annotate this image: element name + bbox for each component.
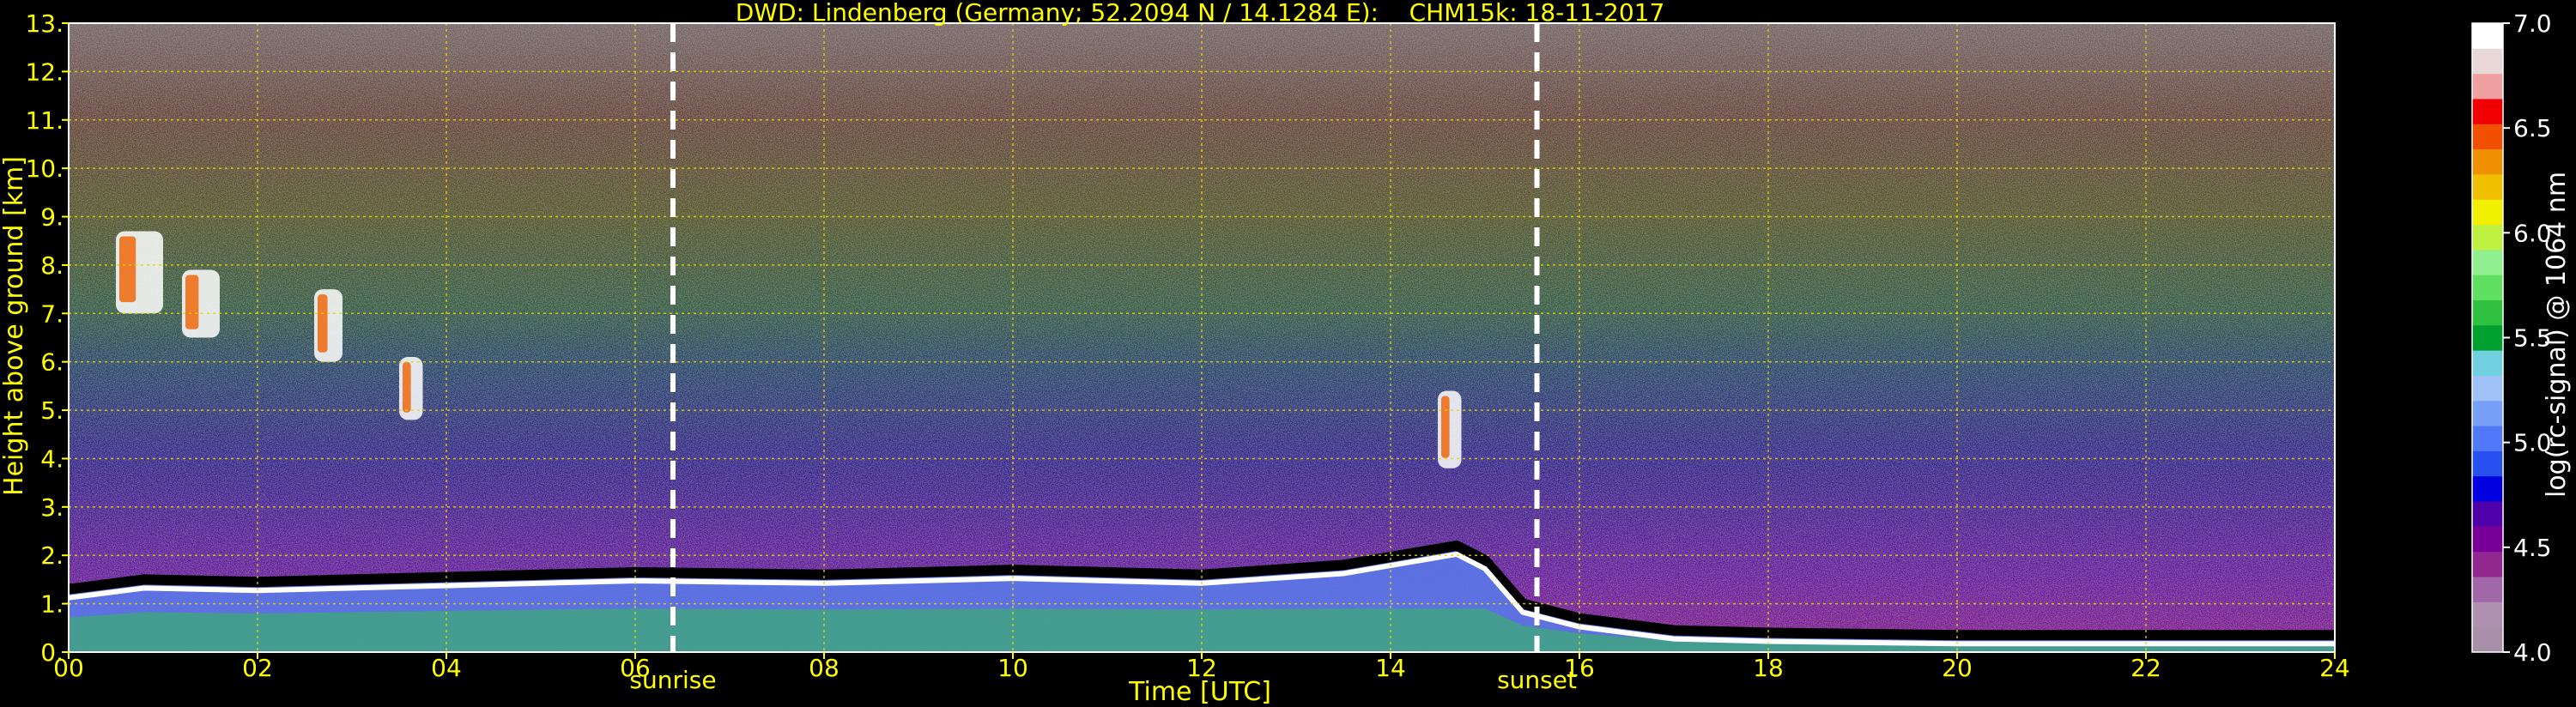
x-tick-label: 06: [620, 654, 651, 682]
colorbar-segment: [2472, 98, 2503, 124]
colorbar-segment: [2472, 426, 2503, 451]
colorbar-segment: [2472, 73, 2503, 100]
colorbar-segment: [2472, 324, 2503, 351]
colorbar-tick-label: 4.0: [2513, 638, 2552, 667]
y-tick-label: 0.: [40, 638, 64, 667]
colorbar-segment: [2472, 124, 2503, 150]
colorbar-tick-label: 6.5: [2513, 114, 2552, 142]
colorbar-segment: [2472, 577, 2503, 602]
lidar-ceilometer-plot: sunrise sunset 00 02 04 06 08 10 12 14 16 18 20 22 24…: [0, 0, 2572, 707]
colorbar-segment: [2472, 48, 2503, 75]
y-tick-label: 3.: [40, 493, 64, 522]
cloud-3-edge: [1441, 396, 1450, 458]
y-tick-label: 11.: [25, 106, 64, 135]
y-tick-label: 12.: [25, 57, 64, 86]
colorbar-tick-label: 4.5: [2513, 534, 2552, 562]
y-tick-label: 8.: [40, 251, 64, 280]
y-tick-label: 7.: [40, 299, 64, 328]
colorbar-tick-label: 7.0: [2513, 9, 2552, 38]
colorbar-segment: [2472, 350, 2503, 376]
y-axis-label: Height above ground [km]: [0, 156, 29, 496]
colorbar-segment: [2472, 173, 2503, 200]
colorbar-segment: [2472, 526, 2503, 553]
colorbar-segment: [2472, 551, 2503, 577]
colorbar-segment: [2472, 275, 2503, 301]
y-tick-label: 6.: [40, 348, 64, 377]
colorbar-segment: [2472, 601, 2503, 628]
colorbar-label: log(rc-signal) @ 1064 nm: [2542, 172, 2572, 498]
y-tick-label: 10.: [25, 154, 64, 183]
y-tick-label: 2.: [40, 541, 64, 570]
cloud-2-edge: [403, 362, 411, 413]
x-tick-label: 04: [431, 654, 462, 682]
x-tick-label: 20: [1942, 654, 1973, 682]
x-tick-label: 02: [242, 654, 273, 682]
x-tick-label: 16: [1564, 654, 1595, 682]
colorbar-segment: [2472, 224, 2503, 251]
y-tick-label: 9.: [40, 203, 64, 232]
x-tick-label: 22: [2131, 654, 2161, 682]
cloud-5-edge: [185, 275, 199, 329]
colorbar-segment: [2472, 626, 2503, 653]
colorbar-segment: [2472, 450, 2503, 477]
x-tick-label: 24: [2319, 654, 2350, 682]
colorbar-segment: [2472, 400, 2503, 426]
cloud-4-edge: [119, 236, 136, 303]
colorbar-segment: [2472, 199, 2503, 226]
plot-area: sunrise sunset: [68, 22, 2336, 694]
colorbar: 4.04.55.05.56.06.57.0: [2471, 9, 2552, 667]
colorbar-segment: [2472, 375, 2503, 402]
colorbar-segment: [2472, 23, 2503, 49]
y-tick-label: 13.: [25, 9, 64, 38]
y-tick-label: 4.: [40, 444, 64, 473]
y-tick-label: 1.: [40, 590, 64, 619]
colorbar-segment: [2472, 475, 2503, 502]
colorbar-segment: [2472, 249, 2503, 275]
colorbar-segment: [2472, 501, 2503, 527]
colorbar-segment: [2472, 148, 2503, 175]
x-tick-label: 18: [1753, 654, 1784, 682]
chart-title: DWD: Lindenberg (Germany; 52.2094 N / 14…: [736, 0, 1665, 27]
x-axis-label: Time [UTC]: [1128, 677, 1271, 707]
y-tick-label: 5.: [40, 396, 64, 425]
cloud-1-edge: [318, 294, 328, 353]
x-tick-label: 08: [809, 654, 839, 682]
x-tick-label: 14: [1375, 654, 1406, 682]
x-tick-label: 10: [997, 654, 1028, 682]
colorbar-segment: [2472, 299, 2503, 326]
